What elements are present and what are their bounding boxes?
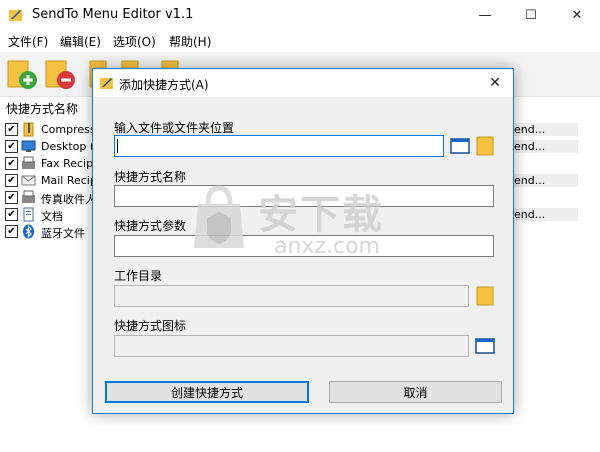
menu-options[interactable]: 选项(O) bbox=[113, 33, 156, 50]
menu-bar: 文件(F) 编辑(E) 选项(O) 帮助(H) bbox=[0, 30, 600, 52]
args-input[interactable] bbox=[114, 235, 494, 257]
checkbox[interactable]: ✔ bbox=[5, 157, 18, 170]
browse-folder-icon[interactable] bbox=[474, 285, 496, 307]
list-item-target: end... bbox=[510, 208, 578, 221]
minimize-button[interactable]: — bbox=[462, 0, 508, 30]
list-item-label: Fax Recipi bbox=[41, 157, 97, 170]
checkbox[interactable]: ✔ bbox=[5, 123, 18, 136]
menu-file[interactable]: 文件(F) bbox=[8, 33, 48, 50]
list-item-label: 蓝牙文件 bbox=[41, 227, 85, 240]
workdir-input[interactable] bbox=[114, 285, 469, 307]
browse-window-icon[interactable] bbox=[474, 335, 496, 357]
list-item-target: end... bbox=[510, 174, 578, 187]
dialog-close-button[interactable]: ✕ bbox=[485, 73, 505, 93]
list-item-target: end... bbox=[510, 123, 578, 136]
fax-icon bbox=[22, 190, 35, 203]
app-icon bbox=[100, 78, 113, 89]
create-shortcut-button[interactable]: 创建快捷方式 bbox=[105, 381, 309, 403]
close-button[interactable]: ✕ bbox=[554, 0, 600, 30]
mail-icon bbox=[21, 175, 36, 186]
cancel-button[interactable]: 取消 bbox=[329, 381, 502, 403]
location-label: 输入文件或文件夹位置 bbox=[114, 121, 235, 135]
checkbox[interactable]: ✔ bbox=[5, 174, 18, 187]
menu-edit[interactable]: 编辑(E) bbox=[60, 33, 101, 50]
name-input[interactable] bbox=[114, 185, 494, 207]
zip-folder-icon bbox=[23, 122, 34, 137]
remove-shortcut-icon[interactable] bbox=[44, 57, 78, 91]
window-title: SendTo Menu Editor v1.1 bbox=[32, 7, 194, 22]
checkbox[interactable]: ✔ bbox=[5, 225, 18, 238]
name-label: 快捷方式名称 bbox=[114, 170, 187, 184]
column-header-name[interactable]: 快捷方式名称 bbox=[6, 100, 78, 117]
location-input[interactable] bbox=[114, 135, 444, 157]
dialog-title: 添加快捷方式(A) bbox=[119, 78, 209, 92]
dialog-titlebar: 添加快捷方式(A) ✕ bbox=[93, 69, 513, 97]
fax-icon bbox=[22, 156, 35, 169]
desktop-icon bbox=[21, 140, 36, 152]
checkbox[interactable]: ✔ bbox=[5, 191, 18, 204]
main-titlebar: SendTo Menu Editor v1.1 — ☐ ✕ bbox=[0, 0, 600, 30]
document-icon bbox=[23, 207, 34, 222]
browse-folder-icon[interactable] bbox=[474, 135, 496, 157]
maximize-button[interactable]: ☐ bbox=[508, 0, 554, 30]
workdir-label: 工作目录 bbox=[114, 269, 163, 283]
text-caret bbox=[117, 139, 118, 153]
list-item-label: 文档 bbox=[41, 210, 63, 223]
add-shortcut-icon[interactable] bbox=[6, 57, 40, 91]
app-icon bbox=[9, 10, 22, 21]
bluetooth-icon bbox=[23, 224, 34, 239]
add-shortcut-dialog: 添加快捷方式(A) ✕ 输入文件或文件夹位置 快捷方式名称 快捷方式参数 工作目… bbox=[92, 68, 514, 414]
list-item-label: 传真收件人 bbox=[41, 193, 96, 206]
menu-help[interactable]: 帮助(H) bbox=[169, 33, 211, 50]
checkbox[interactable]: ✔ bbox=[5, 208, 18, 221]
checkbox[interactable]: ✔ bbox=[5, 140, 18, 153]
list-item-target: end... bbox=[510, 140, 578, 153]
icon-label: 快捷方式图标 bbox=[114, 319, 187, 333]
browse-window-icon[interactable] bbox=[449, 135, 471, 157]
icon-input[interactable] bbox=[114, 335, 469, 357]
args-label: 快捷方式参数 bbox=[114, 219, 187, 233]
